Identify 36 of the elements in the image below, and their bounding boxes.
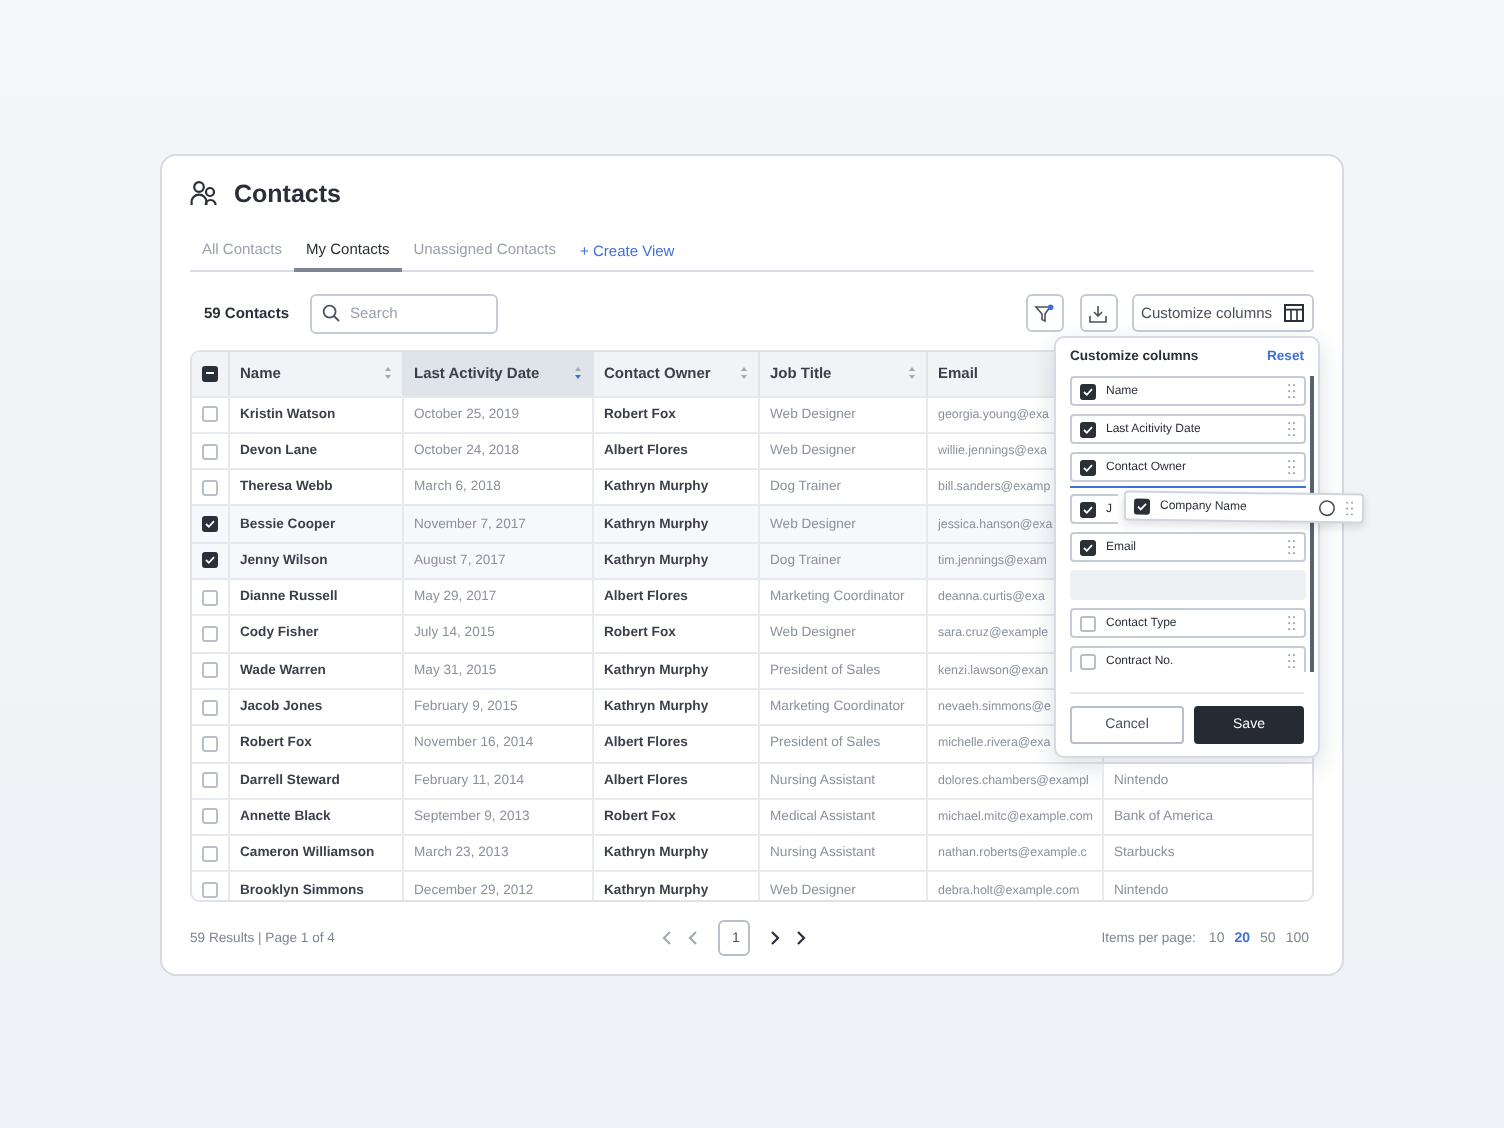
download-icon [1088, 303, 1109, 324]
checkbox[interactable] [1080, 615, 1096, 631]
checkbox[interactable] [202, 845, 218, 862]
sort-icon[interactable] [574, 366, 582, 381]
sort-icon[interactable] [740, 366, 748, 381]
checkbox[interactable] [202, 772, 218, 789]
grab-cursor-icon [1317, 499, 1337, 518]
checkbox[interactable] [202, 589, 218, 606]
checkbox[interactable] [1080, 421, 1096, 437]
checkbox[interactable] [202, 699, 218, 716]
checkbox[interactable] [1133, 497, 1151, 514]
checkbox[interactable] [202, 735, 218, 752]
checkbox[interactable] [1080, 501, 1096, 517]
checkbox[interactable] [1080, 539, 1096, 555]
checkbox[interactable] [202, 443, 218, 459]
sort-icon[interactable] [384, 366, 392, 381]
checkbox[interactable] [202, 625, 218, 642]
select-all-checkbox[interactable] [202, 365, 218, 382]
checkbox[interactable] [202, 479, 218, 496]
checkbox[interactable] [202, 808, 218, 825]
sort-icon[interactable] [908, 366, 916, 381]
checkbox[interactable] [202, 662, 218, 679]
download-button[interactable] [1079, 294, 1118, 333]
search-icon [322, 303, 340, 322]
people-icon [190, 180, 218, 207]
checkbox[interactable] [1080, 459, 1096, 475]
checkbox[interactable] [202, 552, 218, 569]
checkbox[interactable] [202, 516, 218, 533]
columns-icon [1284, 304, 1304, 323]
filter-button[interactable] [1025, 294, 1064, 333]
checkbox[interactable] [1080, 383, 1096, 399]
checkbox[interactable] [202, 406, 218, 423]
checkbox[interactable] [202, 882, 218, 899]
filter-icon [1034, 303, 1055, 324]
checkbox[interactable] [1080, 653, 1096, 669]
page-title: Contacts [234, 179, 341, 208]
